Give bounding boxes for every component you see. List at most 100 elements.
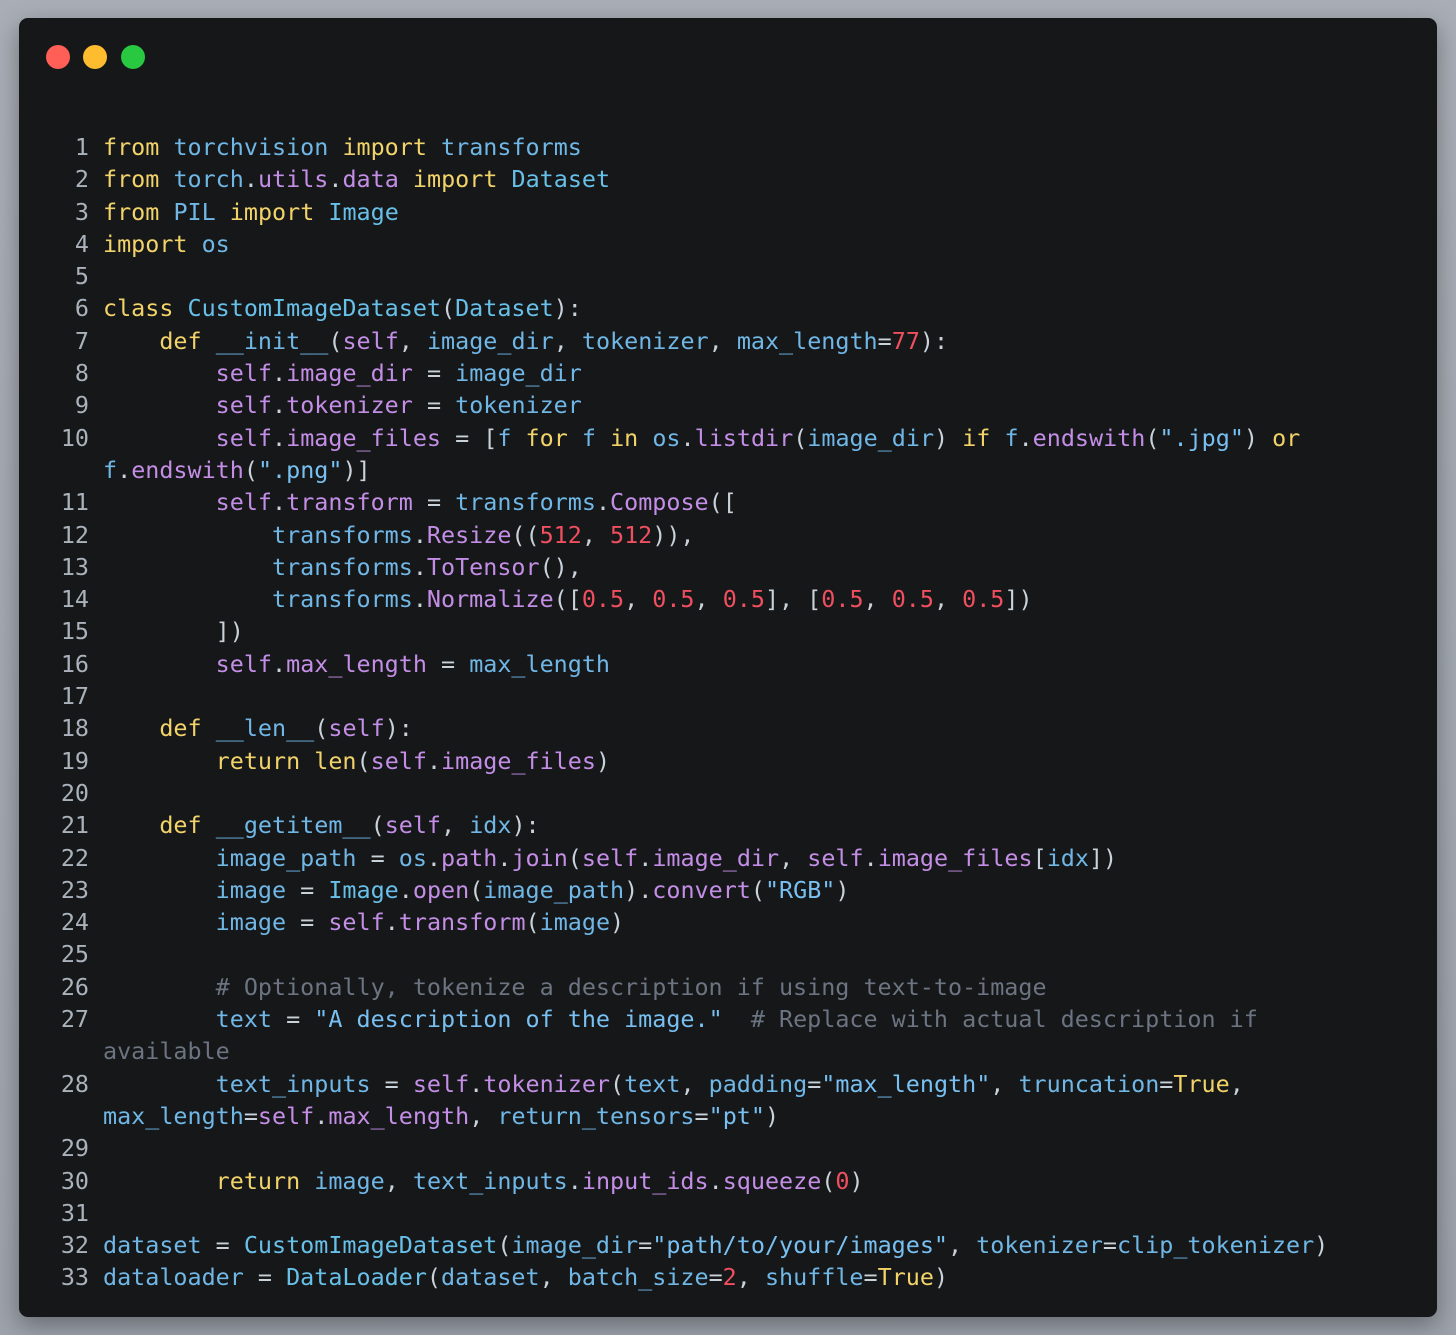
code-line: 3 from PIL import Image xyxy=(19,196,1437,228)
code-token: = xyxy=(356,843,399,872)
code-text: from PIL import Image xyxy=(89,196,399,228)
code-token: 77 xyxy=(891,326,920,355)
code-token: transforms xyxy=(272,585,413,614)
code-text: image = Image.open(image_path).convert("… xyxy=(89,874,850,906)
code-token: . xyxy=(328,165,343,194)
code-token: = xyxy=(243,1101,258,1130)
code-token: tokenizer xyxy=(581,326,709,355)
code-token: self xyxy=(581,843,639,872)
code-token: 0 xyxy=(835,1166,850,1195)
code-line-continuation: available xyxy=(19,1035,1437,1067)
code-text: dataset = CustomImageDataset(image_dir="… xyxy=(89,1229,1328,1261)
code-token: import xyxy=(412,165,498,194)
line-number: 23 xyxy=(60,875,89,904)
code-token: self xyxy=(215,359,273,388)
code-token: , xyxy=(1229,1069,1244,1098)
code-token: . xyxy=(412,520,427,549)
code-token: ): xyxy=(511,811,540,840)
code-token: 0.5 xyxy=(821,585,864,614)
code-line: 14 transforms.Normalize([0.5, 0.5, 0.5],… xyxy=(19,583,1437,615)
code-token: = xyxy=(412,488,456,517)
line-number: 5 xyxy=(74,262,89,291)
code-token: True xyxy=(1173,1069,1230,1098)
code-token: . xyxy=(1018,423,1033,452)
code-token: self xyxy=(215,488,273,517)
code-token: (( xyxy=(511,520,540,549)
code-token: CustomImageDataset xyxy=(243,1231,498,1260)
code-token: utils xyxy=(257,165,329,194)
code-token: image xyxy=(215,875,287,904)
code-token: ( xyxy=(610,1069,625,1098)
code-token: return xyxy=(215,1166,301,1195)
code-token: ]) xyxy=(103,617,244,646)
code-token: ( xyxy=(426,1263,441,1292)
code-token: ( xyxy=(793,423,808,452)
code-token: class xyxy=(103,294,174,323)
code-token: . xyxy=(426,746,442,775)
code-token: ) xyxy=(835,875,850,904)
code-token: = xyxy=(694,1101,709,1130)
code-token: = xyxy=(243,1263,287,1292)
code-token: "path/to/your/images" xyxy=(652,1231,948,1260)
code-token: , xyxy=(694,585,723,614)
code-token: import xyxy=(342,133,427,161)
code-token: "max_length" xyxy=(821,1069,991,1098)
code-token: , xyxy=(708,326,737,355)
code-token: , xyxy=(863,585,892,614)
code-text: self.image_files = [f for f in os.listdi… xyxy=(89,422,1301,454)
code-token: self xyxy=(412,1069,470,1098)
line-number: 16 xyxy=(60,649,89,678)
line-number: 4 xyxy=(74,229,89,258)
code-token: os xyxy=(652,423,681,452)
code-token: self xyxy=(257,1101,315,1130)
code-token: . xyxy=(680,423,695,452)
maximize-button[interactable] xyxy=(121,45,145,69)
code-token: os xyxy=(398,843,427,872)
code-token: squeeze xyxy=(722,1166,822,1195)
code-token: torchvision xyxy=(173,133,329,161)
minimize-button[interactable] xyxy=(83,45,107,69)
code-token: ) xyxy=(1314,1231,1329,1260)
code-token: "RGB" xyxy=(764,875,836,904)
code-token: max_length xyxy=(736,326,878,355)
code-token: "pt" xyxy=(708,1101,765,1130)
code-line: 26 # Optionally, tokenize a description … xyxy=(19,971,1437,1003)
code-token: clip_tokenizer xyxy=(1117,1231,1315,1260)
code-line: 30 return image, text_inputs.input_ids.s… xyxy=(19,1165,1437,1197)
line-number: 33 xyxy=(60,1263,89,1292)
close-button[interactable] xyxy=(46,45,70,69)
code-text: transforms.Resize((512, 512)), xyxy=(89,519,695,551)
code-text: def __init__(self, image_dir, tokenizer,… xyxy=(89,325,948,357)
code-text: class CustomImageDataset(Dataset): xyxy=(89,292,582,324)
code-token: "A description of the image." xyxy=(314,1005,723,1034)
code-token: text xyxy=(215,1005,273,1034)
line-number: 25 xyxy=(60,940,89,969)
line-number: 21 xyxy=(60,811,89,840)
code-token: image xyxy=(539,908,611,937)
code-token: from xyxy=(103,165,160,194)
code-token: import xyxy=(229,197,315,226)
code-token: truncation xyxy=(1018,1069,1160,1098)
code-token: idx xyxy=(1046,843,1089,872)
code-token: tokenizer xyxy=(455,391,582,420)
code-text: return len(self.image_files) xyxy=(89,745,610,777)
code-token: image_files xyxy=(286,423,442,452)
code-line: 28 text_inputs = self.tokenizer(text, pa… xyxy=(19,1068,1437,1100)
code-token: . xyxy=(243,165,258,194)
code-window: 1 from torchvision import transforms 2 from… xyxy=(19,18,1437,1317)
code-text: def __getitem__(self, idx): xyxy=(89,809,540,841)
code-token: ( xyxy=(243,455,258,484)
code-block: 1 from torchvision import transforms 2 from… xyxy=(19,131,1437,1294)
code-token: text_inputs xyxy=(215,1069,371,1098)
code-token: . xyxy=(272,359,287,388)
code-text: from torchvision import transforms xyxy=(89,131,582,163)
